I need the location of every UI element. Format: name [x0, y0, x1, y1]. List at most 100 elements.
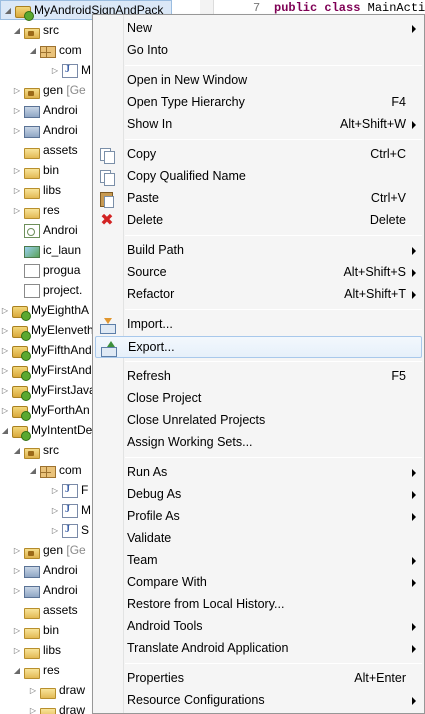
menu-item-go-into[interactable]: Go Into	[95, 40, 422, 62]
tree-item-library[interactable]: ▷ Androi	[0, 100, 78, 120]
tree-item-bin[interactable]: ▷ bin	[0, 160, 59, 180]
menu-item-import[interactable]: Import...	[95, 314, 422, 336]
expand-arrow-icon[interactable]: ▷	[12, 566, 22, 575]
expand-arrow-icon[interactable]: ▷	[0, 306, 10, 315]
tree-item-project[interactable]: ▷ MyForthAn	[0, 400, 90, 421]
collapse-arrow-icon[interactable]: ◢	[28, 46, 38, 55]
menu-item-new[interactable]: New	[95, 18, 422, 40]
expand-arrow-icon[interactable]: ▷	[50, 66, 60, 75]
menu-item-paste[interactable]: Paste Ctrl+V	[95, 188, 422, 210]
expand-arrow-icon[interactable]: ▷	[50, 486, 60, 495]
expand-arrow-icon[interactable]: ▷	[12, 546, 22, 555]
tree-item-java-file[interactable]: ▷ M	[0, 500, 91, 520]
tree-item-package[interactable]: ◢ com	[0, 460, 82, 480]
expand-arrow-icon[interactable]: ▷	[12, 106, 22, 115]
menu-item-close-project[interactable]: Close Project	[95, 388, 422, 410]
tree-item-package[interactable]: ◢ com	[0, 40, 82, 60]
menu-item-show-in[interactable]: Show In Alt+Shift+W	[95, 114, 422, 136]
menu-item-team[interactable]: Team	[95, 550, 422, 572]
tree-item-library[interactable]: ▷ Androi	[0, 560, 78, 580]
menu-item-label: New	[127, 21, 153, 35]
tree-item-java-file[interactable]: ▷ M	[0, 60, 91, 80]
expand-arrow-icon[interactable]: ▷	[28, 706, 38, 714]
expand-arrow-icon[interactable]: ▷	[12, 646, 22, 655]
tree-item-library[interactable]: ▷ Androi	[0, 120, 78, 140]
menu-item-compare-with[interactable]: Compare With	[95, 572, 422, 594]
tree-item-project[interactable]: ▷ MyEighthA	[0, 300, 89, 321]
menu-item-export[interactable]: Export...	[95, 336, 422, 358]
tree-item-proguard[interactable]: progua	[0, 260, 80, 280]
tree-item-manifest[interactable]: Androi	[0, 220, 78, 240]
tree-item-src[interactable]: ◢ src	[0, 20, 59, 40]
menu-item-android-tools[interactable]: Android Tools	[95, 616, 422, 638]
tree-item-project[interactable]: ▷ MyFifthAnd	[0, 340, 92, 361]
expand-arrow-icon[interactable]: ▷	[50, 506, 60, 515]
menu-item-source[interactable]: Source Alt+Shift+S	[95, 262, 422, 284]
menu-item-translate-android-application[interactable]: Translate Android Application	[95, 638, 422, 660]
tree-item-bin[interactable]: ▷ bin	[0, 620, 59, 640]
expand-arrow-icon[interactable]: ▷	[0, 366, 10, 375]
tree-item-libs[interactable]: ▷ libs	[0, 180, 61, 200]
expand-arrow-icon[interactable]: ▷	[0, 386, 10, 395]
tree-item-java-file[interactable]: ▷ F	[0, 480, 88, 500]
menu-item-refactor[interactable]: Refactor Alt+Shift+T	[95, 284, 422, 306]
tree-item-project-properties[interactable]: project.	[0, 280, 82, 300]
menu-item-build-path[interactable]: Build Path	[95, 240, 422, 262]
tree-item-label: bin	[43, 163, 60, 177]
collapse-arrow-icon[interactable]: ◢	[12, 446, 22, 455]
expand-arrow-icon[interactable]: ▷	[12, 86, 22, 95]
java-file-icon	[62, 484, 78, 498]
menu-item-open-type-hierarchy[interactable]: Open Type Hierarchy F4	[95, 92, 422, 114]
tree-item-project[interactable]: ▷ MyElenveth	[0, 320, 94, 341]
collapse-arrow-icon[interactable]: ◢	[3, 6, 13, 15]
tree-item-project[interactable]: ▷ MyFirstJava	[0, 380, 96, 401]
tree-item-project[interactable]: ▷ MyFirstAnd	[0, 360, 92, 381]
tree-item-drawable[interactable]: ▷ draw	[0, 700, 85, 714]
submenu-arrow-icon	[412, 25, 416, 33]
expand-arrow-icon[interactable]: ▷	[0, 326, 10, 335]
expand-arrow-icon[interactable]: ▷	[12, 126, 22, 135]
tree-item-gen[interactable]: ▷ gen [Ge	[0, 80, 86, 100]
menu-item-restore-from-local-history[interactable]: Restore from Local History...	[95, 594, 422, 616]
expand-arrow-icon[interactable]: ▷	[12, 586, 22, 595]
menu-item-assign-working-sets[interactable]: Assign Working Sets...	[95, 432, 422, 454]
tree-item-icon-file[interactable]: ic_laun	[0, 240, 81, 260]
tree-item-project[interactable]: ◢ MyIntentDe	[0, 420, 92, 441]
tree-item-assets[interactable]: assets	[0, 140, 78, 160]
tree-item-res[interactable]: ◢ res	[0, 660, 60, 680]
menu-item-refresh[interactable]: Refresh F5	[95, 366, 422, 388]
tree-item-library[interactable]: ▷ Androi	[0, 580, 78, 600]
collapse-arrow-icon[interactable]: ◢	[28, 466, 38, 475]
collapse-arrow-icon[interactable]: ◢	[12, 666, 22, 675]
menu-item-run-as[interactable]: Run As	[95, 462, 422, 484]
expand-arrow-icon[interactable]: ▷	[28, 686, 38, 695]
tree-item-assets[interactable]: assets	[0, 600, 78, 620]
tree-item-libs[interactable]: ▷ libs	[0, 640, 61, 660]
expand-arrow-icon[interactable]: ▷	[12, 626, 22, 635]
menu-item-close-unrelated-projects[interactable]: Close Unrelated Projects	[95, 410, 422, 432]
expand-arrow-icon[interactable]: ▷	[12, 166, 22, 175]
tree-item-java-file[interactable]: ▷ S	[0, 520, 89, 540]
tree-item-gen[interactable]: ▷ gen [Ge	[0, 540, 86, 560]
menu-item-copy-qualified-name[interactable]: Copy Qualified Name	[95, 166, 422, 188]
expand-arrow-icon[interactable]: ▷	[0, 406, 10, 415]
tree-item-res[interactable]: ▷ res	[0, 200, 60, 220]
expand-arrow-icon[interactable]: ▷	[12, 206, 22, 215]
expand-arrow-icon[interactable]: ▷	[50, 526, 60, 535]
expand-arrow-icon[interactable]: ▷	[12, 186, 22, 195]
menu-item-profile-as[interactable]: Profile As	[95, 506, 422, 528]
expand-arrow-icon[interactable]: ▷	[0, 346, 10, 355]
menu-item-delete[interactable]: ✖ Delete Delete	[95, 210, 422, 232]
menu-item-open-in-new-window[interactable]: Open in New Window	[95, 70, 422, 92]
menu-item-validate[interactable]: Validate	[95, 528, 422, 550]
java-file-icon	[62, 504, 78, 518]
collapse-arrow-icon[interactable]: ◢	[0, 426, 10, 435]
menu-separator	[125, 361, 422, 362]
tree-item-drawable[interactable]: ▷ draw	[0, 680, 85, 700]
tree-item-src[interactable]: ◢ src	[0, 440, 59, 460]
menu-item-resource-configurations[interactable]: Resource Configurations	[95, 690, 422, 712]
menu-item-properties[interactable]: Properties Alt+Enter	[95, 668, 422, 690]
menu-item-debug-as[interactable]: Debug As	[95, 484, 422, 506]
menu-item-copy[interactable]: Copy Ctrl+C	[95, 144, 422, 166]
collapse-arrow-icon[interactable]: ◢	[12, 26, 22, 35]
